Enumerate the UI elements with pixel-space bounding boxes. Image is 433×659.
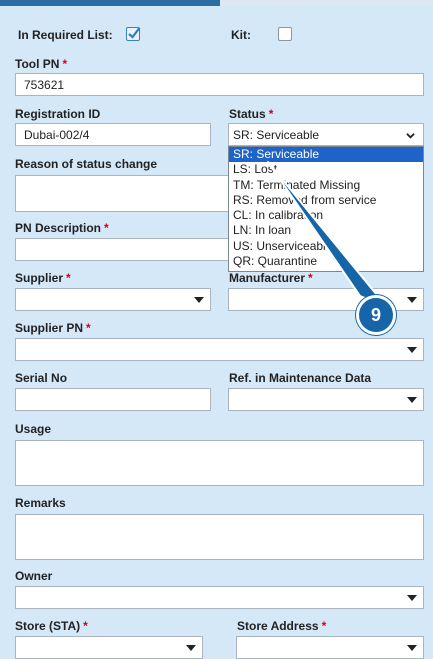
- registration-id-label: Registration ID: [15, 107, 101, 121]
- registration-id-input[interactable]: Dubai-002/4: [15, 123, 211, 146]
- tool-pn-value: 753621: [24, 77, 65, 92]
- usage-label: Usage: [15, 422, 52, 436]
- in-required-list-label: In Required List:: [18, 28, 113, 42]
- supplier-label: Supplier *: [15, 271, 71, 285]
- owner-label: Owner: [15, 569, 53, 583]
- status-option[interactable]: QR: Quarantine: [229, 254, 423, 269]
- status-selected-value: SR: Serviceable: [233, 127, 320, 142]
- caret-down-icon: [407, 346, 417, 353]
- usage-textarea[interactable]: [15, 440, 424, 486]
- status-dropdown-list: SR: Serviceable LS: Lost TM: Terminated …: [228, 146, 424, 272]
- kit-checkbox[interactable]: [278, 27, 292, 41]
- ref-maintenance-select[interactable]: [228, 388, 424, 411]
- caret-down-icon: [407, 296, 417, 303]
- pn-description-label: PN Description *: [15, 221, 109, 235]
- supplier-pn-select[interactable]: [15, 338, 424, 361]
- status-option[interactable]: RS: Removed from service: [229, 193, 423, 208]
- caret-down-icon: [194, 296, 204, 303]
- ref-maintenance-label: Ref. in Maintenance Data: [229, 371, 372, 385]
- status-option[interactable]: CL: In calibration: [229, 208, 423, 223]
- caret-down-icon: [186, 644, 196, 651]
- status-option[interactable]: TM: Terminated Missing: [229, 178, 423, 193]
- tool-pn-label: Tool PN *: [15, 57, 68, 71]
- kit-label: Kit:: [231, 28, 251, 42]
- store-address-select[interactable]: [236, 636, 424, 659]
- status-option[interactable]: LN: In loan: [229, 223, 423, 238]
- status-option[interactable]: SR: Serviceable: [229, 147, 423, 163]
- status-option[interactable]: LS: Lost: [229, 162, 423, 177]
- chevron-down-icon: [406, 133, 415, 139]
- registration-id-value: Dubai-002/4: [24, 127, 90, 142]
- status-label: Status *: [229, 107, 274, 121]
- store-label: Store (STA) *: [15, 619, 88, 633]
- supplier-select[interactable]: [15, 288, 211, 311]
- callout-badge: 9: [356, 295, 396, 335]
- caret-down-icon: [407, 396, 417, 403]
- remarks-label: Remarks: [15, 496, 66, 510]
- store-select[interactable]: [15, 636, 203, 659]
- serial-no-label: Serial No: [15, 371, 68, 385]
- supplier-pn-label: Supplier PN *: [15, 321, 91, 335]
- serial-no-input[interactable]: [15, 388, 211, 411]
- top-bar: [0, 0, 433, 6]
- caret-down-icon: [407, 594, 417, 601]
- store-address-label: Store Address *: [237, 619, 327, 633]
- status-option[interactable]: US: Unserviceable: [229, 239, 423, 254]
- tool-pn-input[interactable]: 753621: [15, 73, 424, 96]
- manufacturer-label: Manufacturer *: [229, 271, 313, 285]
- remarks-textarea[interactable]: [15, 514, 424, 560]
- owner-select[interactable]: [15, 586, 424, 609]
- caret-down-icon: [407, 644, 417, 651]
- checkmark-icon: [128, 27, 141, 39]
- status-select[interactable]: SR: Serviceable: [228, 123, 424, 146]
- reason-label: Reason of status change: [15, 157, 158, 171]
- in-required-list-checkbox[interactable]: [126, 27, 141, 41]
- active-tab-indicator: [0, 0, 220, 6]
